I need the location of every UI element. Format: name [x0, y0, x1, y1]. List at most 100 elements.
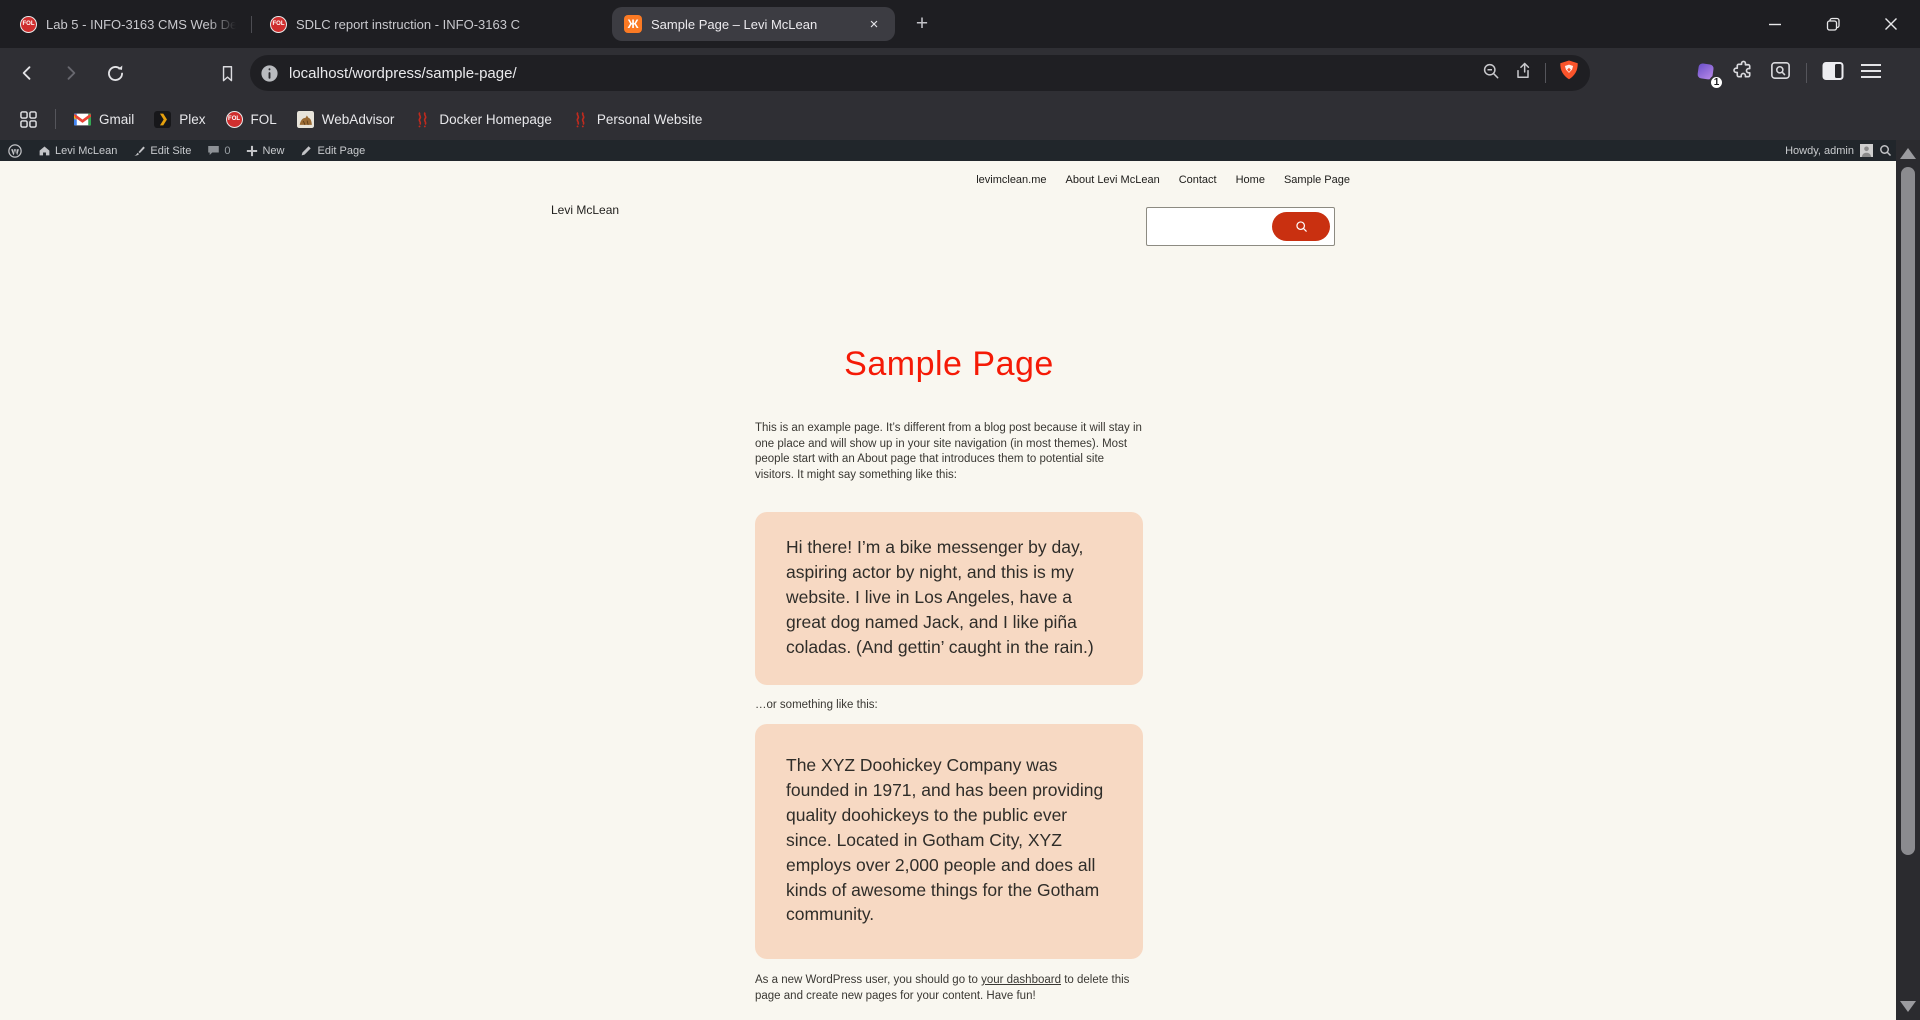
- browser-window: FOL Lab 5 - INFO-3163 CMS Web Develop FO…: [0, 0, 1920, 1020]
- url-text[interactable]: localhost/wordpress/sample-page/: [289, 65, 1481, 82]
- bookmark-button[interactable]: [210, 56, 244, 90]
- share-button[interactable]: [1513, 61, 1533, 86]
- brush-icon: [133, 144, 146, 157]
- wp-site-name-menu[interactable]: Levi McLean: [30, 140, 125, 161]
- sidebar-icon: [1821, 60, 1845, 82]
- share-icon: [1513, 61, 1533, 81]
- bookmark-personal-website[interactable]: Personal Website: [562, 106, 713, 133]
- tab-strip: FOL Lab 5 - INFO-3163 CMS Web Develop FO…: [0, 0, 1920, 48]
- search-input[interactable]: [1151, 212, 1271, 241]
- search-tabs-button[interactable]: [1769, 59, 1792, 87]
- bookmark-label: Docker Homepage: [439, 112, 552, 127]
- user-avatar: [1860, 144, 1873, 157]
- wp-site-name: Levi McLean: [55, 145, 117, 157]
- docker-homepage-icon: [414, 111, 431, 128]
- bookmark-icon: [218, 64, 237, 83]
- webpage-viewport: levimclean.me About Levi McLean Contact …: [0, 161, 1896, 1020]
- search-form: [1146, 207, 1335, 246]
- xampp-favicon-icon: Ж: [624, 15, 642, 33]
- back-icon: [17, 63, 37, 83]
- extensions-button[interactable]: [1732, 59, 1755, 87]
- comments-bubble-icon: [207, 144, 220, 157]
- reload-icon: [105, 63, 126, 84]
- tab-title: SDLC report instruction - INFO-3163 C: [296, 17, 591, 32]
- address-bar[interactable]: localhost/wordpress/sample-page/: [250, 55, 1590, 91]
- window-controls: [1746, 0, 1920, 48]
- search-tabs-icon: [1769, 59, 1792, 82]
- bookmark-plex[interactable]: Plex: [144, 106, 215, 133]
- minimize-button[interactable]: [1746, 0, 1804, 48]
- wp-edit-site-label: Edit Site: [150, 145, 191, 157]
- scrollbar-thumb[interactable]: [1901, 167, 1915, 855]
- tab-sample-page-active[interactable]: Ж Sample Page – Levi McLean ×: [612, 7, 895, 41]
- sidebar-toggle-button[interactable]: [1821, 60, 1845, 87]
- brave-shield-icon: [1558, 59, 1580, 83]
- apps-grid-icon: [20, 111, 37, 128]
- tab-title: Lab 5 - INFO-3163 CMS Web Develop: [46, 17, 236, 32]
- restore-button[interactable]: [1804, 0, 1862, 48]
- blockquote-text: Hi there! I’m a bike messenger by day, a…: [786, 537, 1094, 657]
- hamburger-menu-icon: [1859, 61, 1883, 81]
- wp-search-icon[interactable]: [1879, 144, 1892, 157]
- back-button[interactable]: [10, 56, 44, 90]
- page-scrollbar[interactable]: [1896, 140, 1920, 1020]
- site-info-icon[interactable]: [260, 64, 279, 83]
- bookmark-fol[interactable]: FOL FOL: [216, 106, 287, 133]
- close-window-button[interactable]: [1862, 0, 1920, 48]
- restore-icon: [1826, 17, 1841, 32]
- outro-paragraph: As a new WordPress user, you should go t…: [755, 973, 1143, 1004]
- gmail-icon: [74, 111, 91, 128]
- nav-link-contact[interactable]: Contact: [1179, 174, 1217, 186]
- wp-edit-page-menu[interactable]: Edit Page: [292, 140, 373, 161]
- close-icon: [1884, 17, 1898, 31]
- tab-lab5[interactable]: FOL Lab 5 - INFO-3163 CMS Web Develop: [8, 7, 248, 41]
- brave-shields-button[interactable]: [1558, 59, 1580, 88]
- plus-icon: [246, 145, 258, 157]
- nav-link-about[interactable]: About Levi McLean: [1066, 174, 1160, 186]
- bookmark-label: Plex: [179, 112, 205, 127]
- wallet-button[interactable]: 1: [1694, 60, 1718, 86]
- wp-comment-count: 0: [224, 145, 230, 157]
- blockquote-bike-messenger: Hi there! I’m a bike messenger by day, a…: [755, 512, 1143, 685]
- nav-link-levimclean-me[interactable]: levimclean.me: [976, 174, 1046, 186]
- between-paragraph: …or something like this:: [755, 698, 1143, 714]
- forward-icon: [61, 63, 81, 83]
- scroll-down-arrow-icon[interactable]: [1900, 1001, 1916, 1012]
- wordpress-logo-icon: [8, 144, 22, 158]
- forward-button[interactable]: [54, 56, 88, 90]
- bookmark-label: Personal Website: [597, 112, 703, 127]
- scroll-up-arrow-icon[interactable]: [1900, 148, 1916, 159]
- nav-link-sample-page[interactable]: Sample Page: [1284, 174, 1350, 186]
- wp-edit-site-menu[interactable]: Edit Site: [125, 140, 199, 161]
- tab-divider: [251, 16, 252, 33]
- reload-button[interactable]: [98, 56, 132, 90]
- blockquote-xyz-doohickey: The XYZ Doohickey Company was founded in…: [755, 724, 1143, 959]
- tab-sdlc[interactable]: FOL SDLC report instruction - INFO-3163 …: [258, 7, 603, 41]
- navigation-bar: localhost/wordpress/sample-page/: [0, 48, 1920, 98]
- wp-new-label: New: [262, 145, 284, 157]
- zoom-button[interactable]: [1481, 61, 1501, 86]
- fol-favicon-icon: FOL: [270, 16, 287, 33]
- app-menu-button[interactable]: [1859, 61, 1883, 86]
- personal-website-icon: [572, 111, 589, 128]
- search-submit-button[interactable]: [1272, 212, 1330, 241]
- bookmark-label: WebAdvisor: [322, 112, 395, 127]
- bookmark-docker-homepage[interactable]: Docker Homepage: [404, 106, 562, 133]
- close-tab-icon[interactable]: ×: [865, 15, 883, 33]
- home-icon: [38, 144, 51, 157]
- bookmark-label: Gmail: [99, 112, 134, 127]
- site-title[interactable]: Levi McLean: [551, 203, 619, 217]
- wp-comments-menu[interactable]: 0: [199, 140, 238, 161]
- bookmark-gmail[interactable]: Gmail: [64, 106, 144, 133]
- wp-new-menu[interactable]: New: [238, 140, 292, 161]
- divider: [1806, 63, 1807, 83]
- bookmarks-bar: Gmail Plex FOL FOL WebAdvisor Doc: [0, 98, 1920, 140]
- apps-shortcut-button[interactable]: [10, 106, 47, 133]
- nav-link-home[interactable]: Home: [1236, 174, 1265, 186]
- wp-logo-menu[interactable]: [0, 140, 30, 161]
- blockquote-text: The XYZ Doohickey Company was founded in…: [786, 755, 1103, 924]
- new-tab-button[interactable]: +: [908, 10, 936, 38]
- dashboard-link[interactable]: your dashboard: [981, 974, 1061, 986]
- wp-howdy[interactable]: Howdy, admin: [1785, 145, 1854, 157]
- bookmark-webadvisor[interactable]: WebAdvisor: [287, 106, 405, 133]
